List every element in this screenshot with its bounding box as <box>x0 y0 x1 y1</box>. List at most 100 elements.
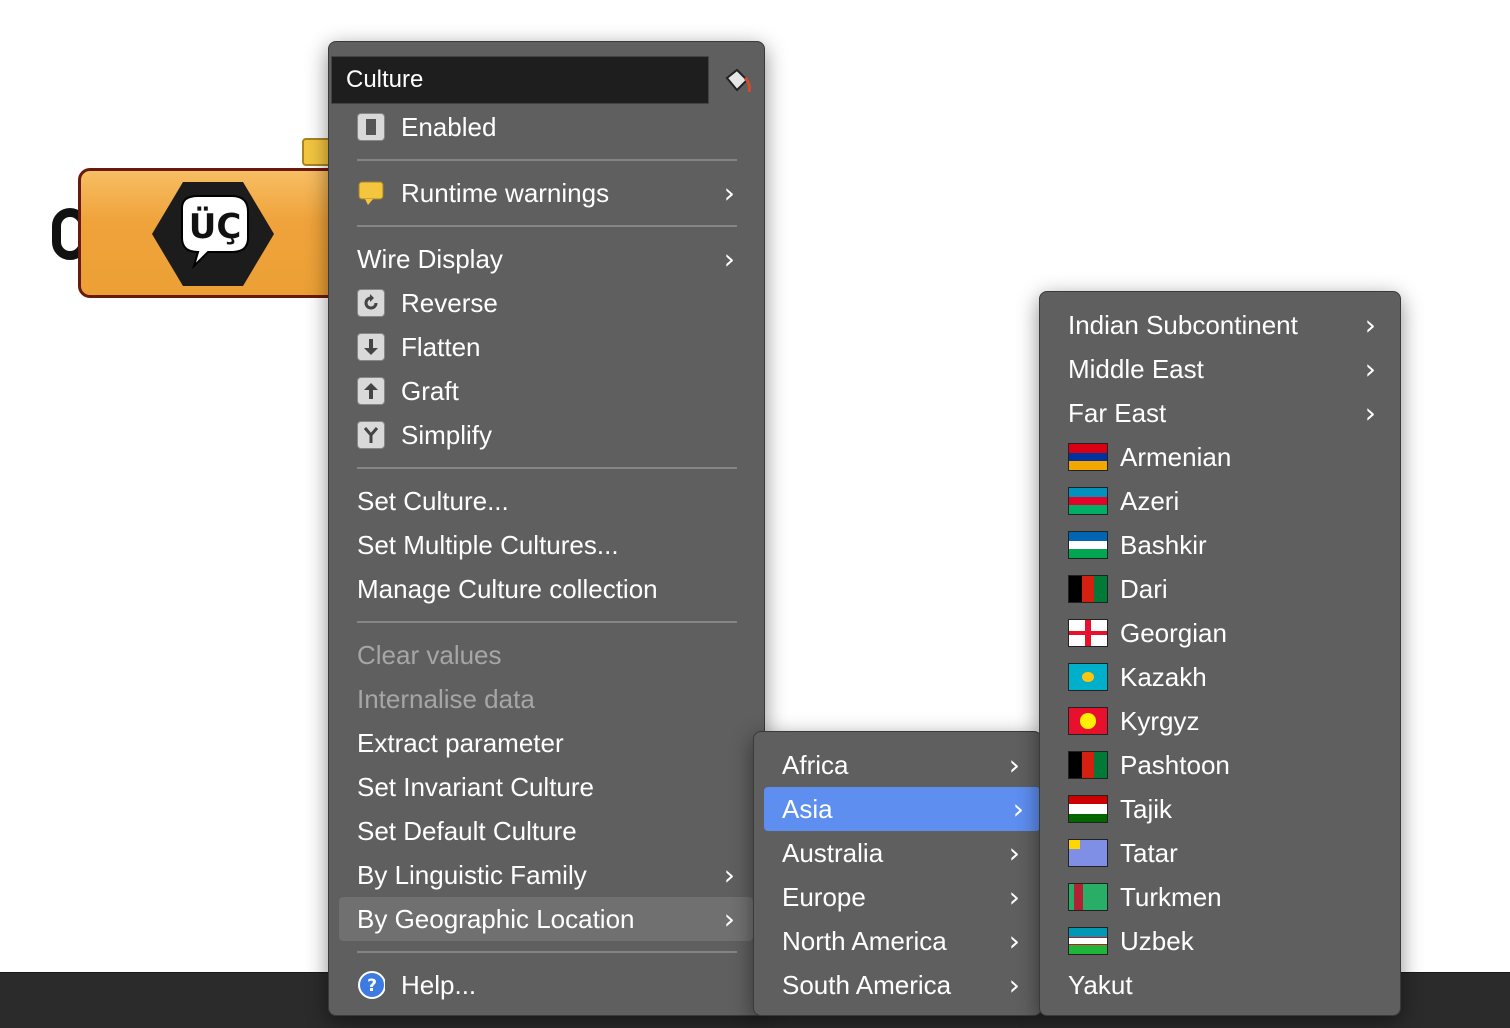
chevron-right-icon: › <box>1364 308 1376 342</box>
menu-item-graft[interactable]: Graft <box>357 369 737 413</box>
menu-item-set-invariant-culture[interactable]: Set Invariant Culture <box>357 765 737 809</box>
menu-item-label: Reverse <box>401 287 498 318</box>
chevron-right-icon: › <box>723 176 735 210</box>
menu-item-label: Tajik <box>1120 793 1173 824</box>
menu-item-label: Simplify <box>401 419 493 450</box>
menu-item-label: Bashkir <box>1120 529 1207 560</box>
menu-item-manage-culture-collection[interactable]: Manage Culture collection <box>357 567 737 611</box>
menu-item-by-geographic-location[interactable]: By Geographic Location › <box>339 897 753 941</box>
menu-item-label: Africa <box>782 749 849 780</box>
menu-item-label: Far East <box>1068 397 1167 428</box>
menu-item-asia[interactable]: Asia › <box>764 787 1040 831</box>
chevron-right-icon: › <box>723 902 735 936</box>
menu-item-tajik[interactable]: Tajik <box>1068 787 1388 831</box>
menu-item-runtime-warnings[interactable]: Runtime warnings › <box>357 171 747 215</box>
turkmenistan-flag-icon <box>1068 883 1108 911</box>
menu-item-extract-parameter[interactable]: Extract parameter <box>357 721 737 765</box>
menu-item-label: Graft <box>401 375 459 406</box>
menu-item-by-linguistic-family[interactable]: By Linguistic Family › <box>357 853 747 897</box>
kazakhstan-flag-icon <box>1068 663 1108 691</box>
chevron-right-icon: › <box>1008 880 1020 914</box>
menu-item-label: Armenian <box>1120 441 1232 472</box>
georgia-flag-icon <box>1068 619 1108 647</box>
chevron-right-icon: › <box>1364 352 1376 386</box>
menu-item-dari[interactable]: Dari <box>1068 567 1388 611</box>
menu-item-label: Middle East <box>1068 353 1204 384</box>
menu-item-south-america[interactable]: South America › <box>782 963 1032 1007</box>
help-icon: ? <box>357 971 385 999</box>
menu-item-turkmen[interactable]: Turkmen <box>1068 875 1388 919</box>
bashkortostan-flag-icon <box>1068 531 1108 559</box>
chevron-right-icon: › <box>723 242 735 276</box>
flatten-icon <box>357 333 385 361</box>
menu-item-label: Set Culture... <box>357 485 509 516</box>
menu-item-bashkir[interactable]: Bashkir <box>1068 523 1388 567</box>
kyrgyzstan-flag-icon <box>1068 707 1108 735</box>
menu-item-uzbek[interactable]: Uzbek <box>1068 919 1388 963</box>
chevron-right-icon: › <box>1012 792 1024 826</box>
menu-item-label: Enabled <box>401 111 497 142</box>
chevron-right-icon: › <box>1008 836 1020 870</box>
svg-text:?: ? <box>367 976 377 996</box>
context-menu: Culture Enabled Runtime warnings › Wire … <box>328 41 765 1016</box>
menu-item-set-default-culture[interactable]: Set Default Culture <box>357 809 737 853</box>
menu-item-label: Tatar <box>1120 837 1178 868</box>
menu-item-armenian[interactable]: Armenian <box>1068 435 1388 479</box>
menu-item-label: Australia <box>782 837 884 868</box>
chevron-right-icon: › <box>723 858 735 892</box>
menu-item-label: Clear values <box>357 639 502 670</box>
menu-item-label: Help... <box>401 969 477 1000</box>
chevron-right-icon: › <box>1008 748 1020 782</box>
menu-item-wire-display[interactable]: Wire Display › <box>357 237 747 281</box>
menu-item-georgian[interactable]: Georgian <box>1068 611 1388 655</box>
component-name-field[interactable]: Culture <box>331 56 709 104</box>
simplify-icon <box>357 421 385 449</box>
menu-item-label: By Geographic Location <box>357 903 635 934</box>
menu-item-label: Uzbek <box>1120 925 1194 956</box>
region-submenu: Africa › Asia › Australia › Europe › North A… <box>753 731 1042 1016</box>
menu-item-tatar[interactable]: Tatar <box>1068 831 1388 875</box>
menu-item-simplify[interactable]: Simplify <box>357 413 737 457</box>
menu-item-middle-east[interactable]: Middle East › <box>1068 347 1388 391</box>
tatar-flag-icon <box>1068 839 1108 867</box>
reverse-icon <box>357 289 385 317</box>
menu-separator <box>357 467 737 469</box>
menu-item-label: Azeri <box>1120 485 1180 516</box>
menu-separator <box>357 621 737 623</box>
menu-item-label: Set Multiple Cultures... <box>357 529 619 560</box>
menu-item-label: Set Invariant Culture <box>357 771 595 802</box>
chevron-right-icon: › <box>1364 396 1376 430</box>
menu-item-reverse[interactable]: Reverse <box>357 281 737 325</box>
menu-item-north-america[interactable]: North America › <box>782 919 1032 963</box>
menu-item-africa[interactable]: Africa › <box>782 743 1032 787</box>
menu-item-label: Extract parameter <box>357 727 564 758</box>
culture-component-icon: ÜÇ <box>152 182 274 286</box>
chevron-right-icon: › <box>1008 968 1020 1002</box>
menu-item-label: Asia <box>782 793 833 824</box>
paint-bucket-icon[interactable] <box>721 64 755 98</box>
menu-item-set-culture[interactable]: Set Culture... <box>357 479 737 523</box>
menu-separator <box>357 159 737 161</box>
menu-item-enabled[interactable]: Enabled <box>357 105 737 149</box>
menu-item-australia[interactable]: Australia › <box>782 831 1032 875</box>
asia-submenu: Indian Subcontinent › Middle East › Far Ea… <box>1039 291 1401 1016</box>
menu-item-internalise-data: Internalise data <box>357 677 737 721</box>
menu-item-help[interactable]: ? Help... <box>357 963 737 1007</box>
menu-item-label: By Linguistic Family <box>357 859 587 890</box>
menu-item-indian-subcontinent[interactable]: Indian Subcontinent › <box>1068 303 1388 347</box>
menu-item-kazakh[interactable]: Kazakh <box>1068 655 1388 699</box>
menu-item-far-east[interactable]: Far East › <box>1068 391 1388 435</box>
menu-item-yakut[interactable]: Yakut <box>1068 963 1388 1007</box>
menu-item-europe[interactable]: Europe › <box>782 875 1032 919</box>
menu-item-kyrgyz[interactable]: Kyrgyz <box>1068 699 1388 743</box>
menu-item-label: Kyrgyz <box>1120 705 1200 736</box>
menu-item-label: Wire Display <box>357 243 503 274</box>
menu-item-pashtoon[interactable]: Pashtoon <box>1068 743 1388 787</box>
azerbaijan-flag-icon <box>1068 487 1108 515</box>
menu-item-label: Set Default Culture <box>357 815 577 846</box>
menu-item-set-multiple-cultures[interactable]: Set Multiple Cultures... <box>357 523 737 567</box>
menu-item-flatten[interactable]: Flatten <box>357 325 737 369</box>
menu-item-azeri[interactable]: Azeri <box>1068 479 1388 523</box>
menu-item-label: North America <box>782 925 947 956</box>
menu-item-label: South America <box>782 969 952 1000</box>
